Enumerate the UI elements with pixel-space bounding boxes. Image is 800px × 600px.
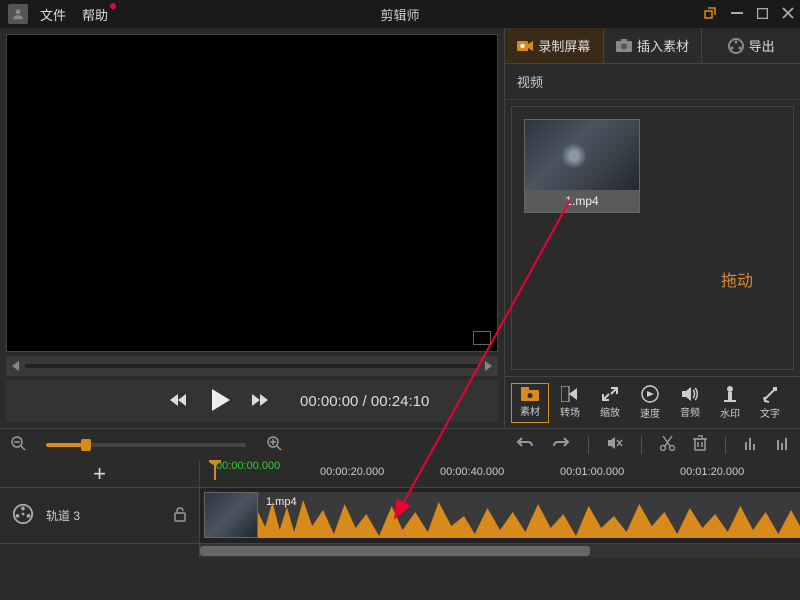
ruler-mark: 00:01:20.000 bbox=[680, 466, 744, 478]
edit-toolbar bbox=[0, 428, 800, 460]
seek-bar[interactable] bbox=[6, 356, 498, 376]
media-item-label: 1.mp4 bbox=[525, 190, 639, 212]
equalizer1-icon[interactable] bbox=[744, 436, 758, 453]
forward-button[interactable] bbox=[250, 391, 272, 412]
media-item[interactable]: 1.mp4 bbox=[524, 119, 640, 213]
notification-dot-icon bbox=[110, 3, 116, 9]
clip-label: 1.mp4 bbox=[266, 496, 297, 508]
media-section-header: 视频 bbox=[505, 64, 800, 100]
minimize-icon[interactable] bbox=[731, 6, 743, 22]
rewind-button[interactable] bbox=[168, 391, 190, 412]
seek-end-icon[interactable] bbox=[485, 361, 492, 371]
drag-hint-label: 拖动 bbox=[721, 267, 753, 291]
seek-track[interactable] bbox=[25, 364, 479, 368]
redo-button[interactable] bbox=[552, 436, 570, 453]
zoom-out-button[interactable] bbox=[10, 435, 26, 454]
playhead-time: 00:00:00.000 bbox=[216, 460, 280, 472]
title-bar: 文件 帮助 剪辑师 bbox=[0, 0, 800, 28]
ruler-mark: 00:01:00.000 bbox=[560, 466, 624, 478]
tool-watermark[interactable]: 水印 bbox=[711, 383, 749, 423]
video-preview[interactable] bbox=[6, 34, 498, 352]
reel-export-icon bbox=[728, 38, 744, 54]
fullscreen-icon[interactable] bbox=[473, 331, 491, 345]
zoom-in-button[interactable] bbox=[266, 435, 282, 454]
tab-export[interactable]: 导出 bbox=[702, 28, 800, 63]
tool-speed[interactable]: 速度 bbox=[631, 383, 669, 423]
mute-button[interactable] bbox=[607, 436, 623, 453]
timeline-panel: + 00:00:00.000 00:00:20.000 00:00:40.000… bbox=[0, 460, 800, 558]
tool-material[interactable]: 素材 bbox=[511, 383, 549, 423]
maximize-icon[interactable] bbox=[757, 6, 768, 22]
media-bin[interactable]: 1.mp4 拖动 bbox=[511, 106, 794, 370]
tab-record-screen[interactable]: 录制屏幕 bbox=[505, 28, 604, 63]
tab-label: 录制屏幕 bbox=[538, 36, 590, 55]
playback-controls: 00:00:00 / 00:24:10 bbox=[6, 380, 498, 422]
zoom-slider[interactable] bbox=[46, 443, 246, 447]
tool-transition[interactable]: 转场 bbox=[551, 383, 589, 423]
film-reel-icon bbox=[12, 503, 34, 528]
clip-thumbnail bbox=[204, 492, 258, 538]
delete-button[interactable] bbox=[693, 435, 707, 454]
tool-audio[interactable]: 音频 bbox=[671, 383, 709, 423]
tool-text[interactable]: 文字 bbox=[751, 383, 789, 423]
ruler-mark: 00:00:40.000 bbox=[440, 466, 504, 478]
user-avatar[interactable] bbox=[8, 4, 28, 24]
track-body[interactable]: 1.mp4 bbox=[200, 488, 800, 543]
play-button[interactable] bbox=[208, 387, 232, 416]
cut-button[interactable] bbox=[660, 435, 675, 454]
menu-help[interactable]: 帮助 bbox=[82, 5, 108, 24]
timecode-display: 00:00:00 / 00:24:10 bbox=[300, 393, 429, 410]
lock-icon[interactable] bbox=[173, 507, 187, 525]
track-header[interactable]: 轨道 3 bbox=[0, 488, 200, 543]
restore-window-icon[interactable] bbox=[703, 6, 717, 23]
app-title: 剪辑师 bbox=[380, 5, 419, 24]
waveform-icon bbox=[258, 492, 800, 538]
undo-button[interactable] bbox=[516, 436, 534, 453]
media-thumbnail bbox=[525, 120, 639, 190]
horizontal-scrollbar[interactable] bbox=[200, 544, 800, 558]
equalizer2-icon[interactable] bbox=[776, 436, 790, 453]
menu-file[interactable]: 文件 bbox=[40, 5, 66, 24]
ruler-mark: 00:00:20.000 bbox=[320, 466, 384, 478]
tools-row: 素材 转场 缩放 速度 音频 水印 bbox=[505, 376, 800, 428]
close-icon[interactable] bbox=[782, 6, 794, 22]
time-ruler[interactable]: 00:00:00.000 00:00:20.000 00:00:40.000 0… bbox=[200, 460, 800, 487]
camera-icon bbox=[517, 38, 533, 54]
timeline-clip[interactable]: 1.mp4 bbox=[204, 492, 800, 538]
tab-label: 插入素材 bbox=[637, 36, 689, 55]
track-name: 轨道 3 bbox=[46, 507, 80, 524]
tool-zoom[interactable]: 缩放 bbox=[591, 383, 629, 423]
tab-insert-material[interactable]: 插入素材 bbox=[604, 28, 703, 63]
camera-photo-icon bbox=[616, 38, 632, 54]
seek-start-icon[interactable] bbox=[12, 361, 19, 371]
add-track-button[interactable]: + bbox=[0, 460, 200, 487]
scrollbar-thumb[interactable] bbox=[200, 546, 590, 556]
tab-label: 导出 bbox=[749, 36, 775, 55]
